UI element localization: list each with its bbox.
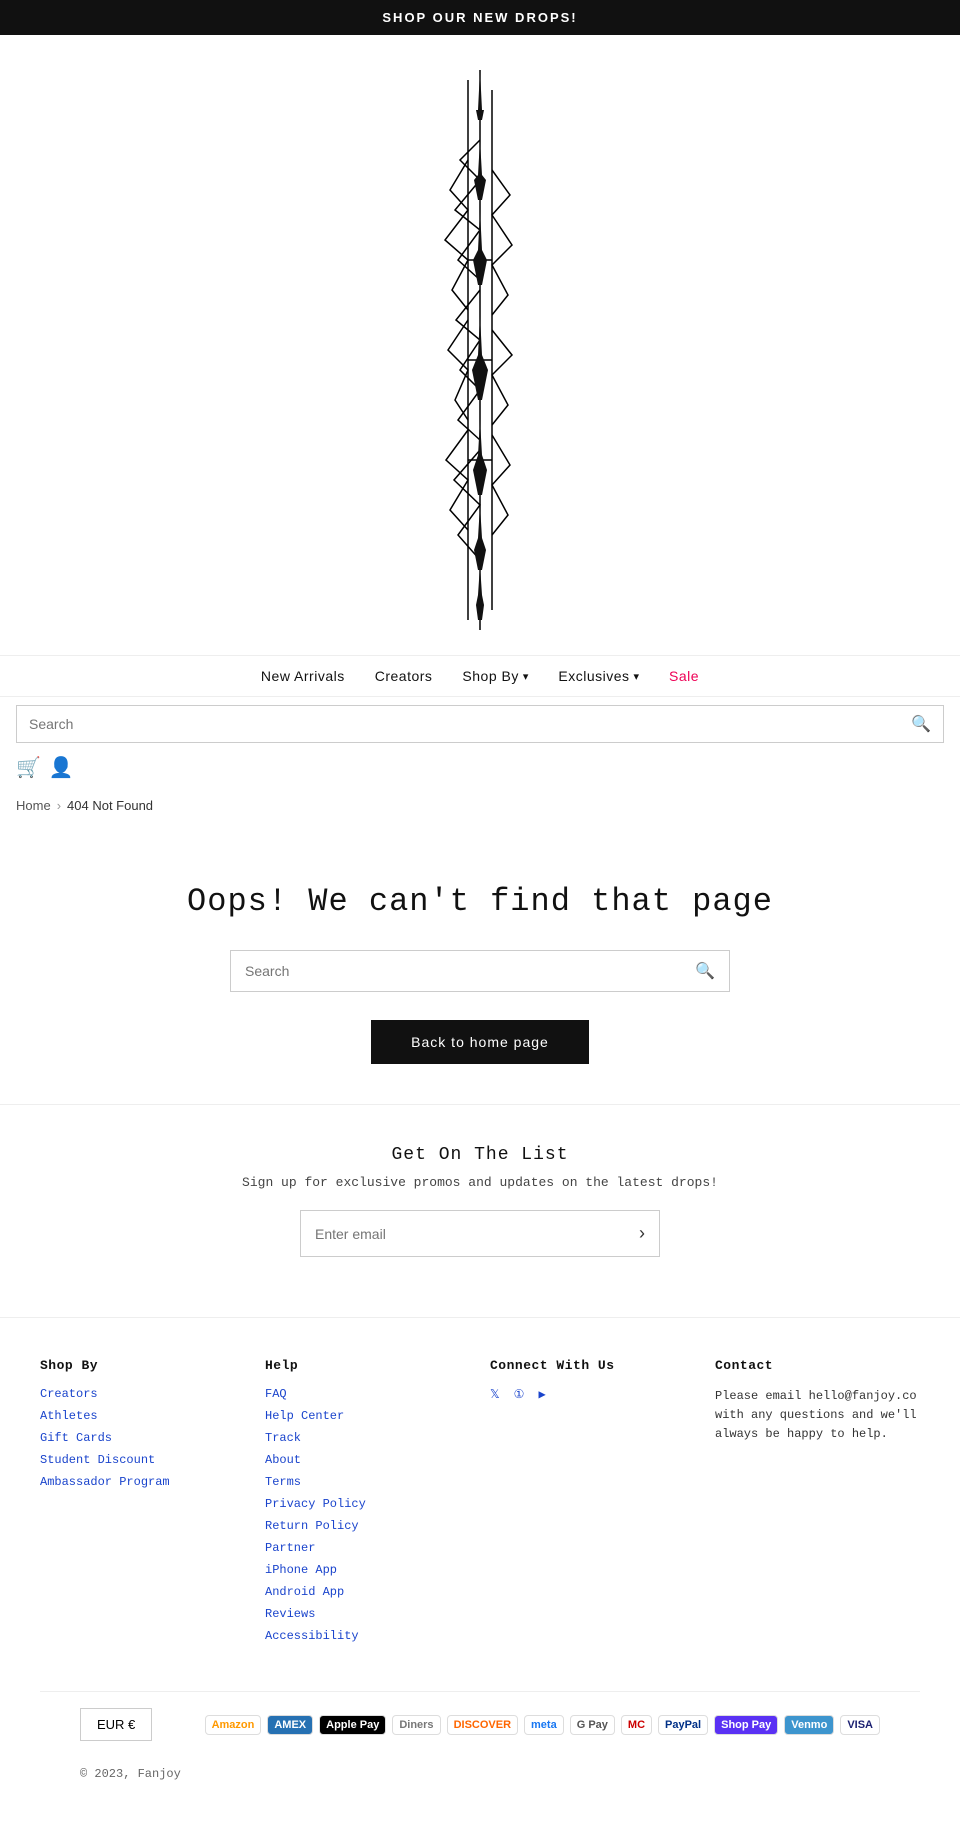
nav-exclusives[interactable]: Exclusives ▾ [558,668,639,684]
search-bar-top: 🔍 [16,705,944,743]
newsletter-form: › [300,1210,660,1257]
payment-visa: VISA [840,1715,880,1735]
twitter-icon[interactable]: 𝕏 [490,1387,500,1402]
footer-link-student-discount[interactable]: Student Discount [40,1453,245,1467]
payment-venmo: Venmo [784,1715,834,1735]
instagram-icon[interactable]: ① [514,1387,525,1402]
payment-amazon: Amazon [205,1715,262,1735]
breadcrumb-current: 404 Not Found [67,798,153,813]
search-input-top[interactable] [29,716,911,732]
nav-creators[interactable]: Creators [375,668,433,684]
footer-link-ambassador[interactable]: Ambassador Program [40,1475,245,1489]
nav-sale[interactable]: Sale [669,668,699,684]
payment-discover: DISCOVER [447,1715,518,1735]
footer-link-privacy[interactable]: Privacy Policy [265,1497,470,1511]
payment-amex: AMEX [267,1715,313,1735]
footer-link-about[interactable]: About [265,1453,470,1467]
footer-link-accessibility[interactable]: Accessibility [265,1629,470,1643]
footer-bottom: EUR € Amazon AMEX Apple Pay Diners DISCO… [40,1691,920,1757]
payment-shopify: Shop Pay [714,1715,778,1735]
payment-gpay: G Pay [570,1715,615,1735]
footer-link-creators[interactable]: Creators [40,1387,245,1401]
payment-mastercard: MC [621,1715,652,1735]
footer-link-helpcenter[interactable]: Help Center [265,1409,470,1423]
footer-col-contact: Contact Please email hello@fanjoy.co wit… [715,1358,920,1651]
payment-meta: meta [524,1715,564,1735]
logo-graphic [440,60,520,640]
copyright: © 2023, Fanjoy [40,1757,920,1797]
newsletter-subtitle: Sign up for exclusive promos and updates… [20,1175,940,1190]
icons-row: 🛒 👤 [0,751,960,788]
breadcrumb-separator: › [57,798,61,813]
back-to-home-button[interactable]: Back to home page [371,1020,589,1064]
social-icons: 𝕏 ① ▶ [490,1387,695,1410]
payment-paypal: PayPal [658,1715,708,1735]
nav-shopby[interactable]: Shop By ▾ [462,668,528,684]
nav-new-arrivals[interactable]: New Arrivals [261,668,345,684]
footer-contact-heading: Contact [715,1358,920,1373]
search-bar-404: 🔍 [230,950,730,992]
account-button[interactable]: 👤 [49,755,74,780]
footer-link-android[interactable]: Android App [265,1585,470,1599]
exclusives-chevron-icon: ▾ [634,670,640,683]
error-section: Oops! We can't find that page 🔍 Back to … [0,823,960,1104]
shopby-chevron-icon: ▾ [523,670,529,683]
footer-col-social: Connect With Us 𝕏 ① ▶ [490,1358,695,1651]
error-title: Oops! We can't find that page [20,883,940,920]
footer-social-heading: Connect With Us [490,1358,695,1373]
payment-diners: Diners [392,1715,440,1735]
top-banner: SHOP OUR NEW DROPS! [0,0,960,35]
footer-link-reviews[interactable]: Reviews [265,1607,470,1621]
footer-link-athletes[interactable]: Athletes [40,1409,245,1423]
breadcrumb: Home › 404 Not Found [0,788,960,823]
footer-grid: Shop By Creators Athletes Gift Cards Stu… [40,1358,920,1651]
search-button-404[interactable]: 🔍 [695,961,715,981]
cart-button[interactable]: 🛒 [16,755,41,780]
footer-link-terms[interactable]: Terms [265,1475,470,1489]
footer-col-help: Help FAQ Help Center Track About Terms P… [265,1358,470,1651]
newsletter-submit-button[interactable]: › [625,1211,659,1256]
footer-link-return[interactable]: Return Policy [265,1519,470,1533]
footer-contact-text: Please email hello@fanjoy.co with any qu… [715,1387,920,1445]
footer: Shop By Creators Athletes Gift Cards Stu… [0,1317,960,1817]
footer-link-faq[interactable]: FAQ [265,1387,470,1401]
payment-applepay: Apple Pay [319,1715,386,1735]
main-nav: New Arrivals Creators Shop By ▾ Exclusiv… [0,655,960,697]
newsletter-title: Get On The List [20,1145,940,1165]
newsletter-email-input[interactable] [301,1214,625,1254]
footer-link-iphone[interactable]: iPhone App [265,1563,470,1577]
footer-help-heading: Help [265,1358,470,1373]
breadcrumb-home[interactable]: Home [16,798,51,813]
currency-selector[interactable]: EUR € [80,1708,152,1741]
search-button-top[interactable]: 🔍 [911,714,931,734]
footer-link-track[interactable]: Track [265,1431,470,1445]
footer-link-giftcards[interactable]: Gift Cards [40,1431,245,1445]
payment-icons: Amazon AMEX Apple Pay Diners DISCOVER me… [205,1715,880,1735]
footer-shopby-heading: Shop By [40,1358,245,1373]
logo-area [0,35,960,655]
footer-col-shopby: Shop By Creators Athletes Gift Cards Stu… [40,1358,245,1651]
search-input-404[interactable] [245,963,695,979]
newsletter-section: Get On The List Sign up for exclusive pr… [0,1104,960,1317]
footer-link-partner[interactable]: Partner [265,1541,470,1555]
youtube-icon[interactable]: ▶ [538,1387,545,1402]
